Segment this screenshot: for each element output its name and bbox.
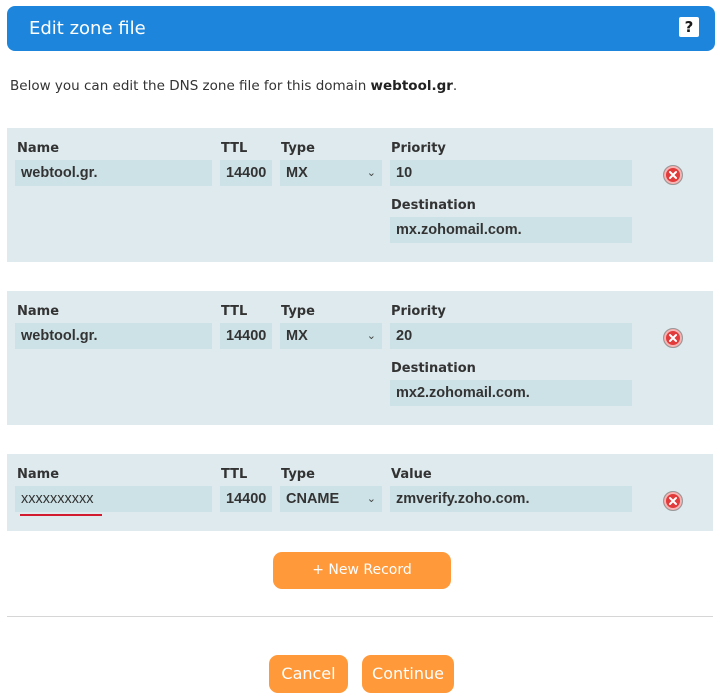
name-label: Name	[17, 304, 60, 319]
destination-input[interactable]: mx2.zohomail.com.	[390, 380, 632, 406]
continue-button[interactable]: Continue	[362, 655, 454, 693]
delete-record-icon[interactable]	[663, 165, 683, 185]
name-input[interactable]: webtool.gr.	[15, 160, 212, 186]
dns-record-2: Name TTL Type Priority webtool.gr. 14400…	[7, 291, 713, 425]
name-label: Name	[17, 141, 60, 156]
destination-input[interactable]: mx.zohomail.com.	[390, 217, 632, 243]
spellcheck-underline	[20, 511, 102, 516]
priority-label: Priority	[391, 304, 446, 319]
priority-input[interactable]: 20	[390, 323, 632, 349]
ttl-input[interactable]: 14400	[220, 323, 272, 349]
destination-label: Destination	[391, 198, 476, 213]
type-label: Type	[281, 141, 315, 156]
intro-domain: webtool.gr	[370, 78, 453, 94]
name-label: Name	[17, 467, 60, 482]
chevron-down-icon: ⌄	[366, 166, 376, 179]
name-input[interactable]: xxxxxxxxxx	[15, 486, 212, 512]
type-select[interactable]: MX ⌄	[280, 160, 382, 186]
priority-input[interactable]: 10	[390, 160, 632, 186]
ttl-label: TTL	[221, 141, 248, 156]
dns-record-1: Name TTL Type Priority webtool.gr. 14400…	[7, 128, 713, 262]
type-label: Type	[281, 467, 315, 482]
help-icon[interactable]: ?	[679, 17, 699, 37]
ttl-input[interactable]: 14400	[220, 160, 272, 186]
destination-label: Destination	[391, 361, 476, 376]
value-input[interactable]: zmverify.zoho.com.	[390, 486, 632, 512]
dns-record-3: Name TTL Type Value xxxxxxxxxx 14400 CNA…	[7, 454, 713, 531]
intro-text: Below you can edit the DNS zone file for…	[10, 78, 458, 94]
chevron-down-icon: ⌄	[366, 329, 376, 342]
new-record-button[interactable]: + New Record	[273, 552, 451, 589]
type-select[interactable]: CNAME ⌄	[280, 486, 382, 512]
name-input[interactable]: webtool.gr.	[15, 323, 212, 349]
ttl-input[interactable]: 14400	[220, 486, 272, 512]
value-label: Value	[391, 467, 432, 482]
type-select[interactable]: MX ⌄	[280, 323, 382, 349]
delete-record-icon[interactable]	[663, 491, 683, 511]
type-label: Type	[281, 304, 315, 319]
delete-record-icon[interactable]	[663, 328, 683, 348]
divider	[7, 616, 713, 617]
cancel-button[interactable]: Cancel	[269, 655, 348, 693]
header-bar: Edit zone file ?	[7, 6, 715, 51]
ttl-label: TTL	[221, 467, 248, 482]
chevron-down-icon: ⌄	[366, 492, 376, 505]
page-title: Edit zone file	[29, 18, 146, 39]
priority-label: Priority	[391, 141, 446, 156]
ttl-label: TTL	[221, 304, 248, 319]
